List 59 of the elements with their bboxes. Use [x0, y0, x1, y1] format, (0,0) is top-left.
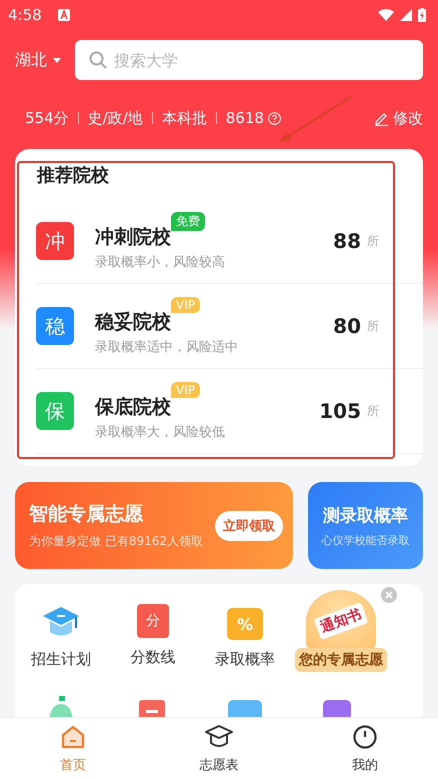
search-icon — [89, 51, 107, 69]
category-name: 冲刺院校 — [95, 224, 171, 250]
category-name: 稳妥院校 — [95, 310, 171, 334]
profile-info: 8618 — [226, 109, 264, 127]
tool-label: 录取概率 — [215, 650, 275, 669]
score-icon: 分 — [137, 604, 169, 638]
search-field[interactable]: 搜索大学 — [75, 40, 423, 80]
count-unit: 所 — [367, 318, 379, 334]
profile-info: 本科批 — [162, 108, 207, 128]
category-description: 录取概率小，风险较高 — [95, 254, 226, 270]
caret-icon — [53, 58, 61, 62]
category-icon: 保 — [36, 392, 74, 430]
graduation-cap-icon — [204, 724, 234, 750]
profile-info: 554分 — [25, 108, 69, 128]
tag-label: VIP — [171, 382, 200, 398]
promo-label[interactable]: 您的专属志愿 — [295, 648, 387, 672]
home-icon — [60, 724, 86, 750]
status-time: 4:58 — [8, 6, 42, 24]
tool-label: 分数线 — [130, 648, 176, 667]
school-category-row[interactable]: 保 保底院校 VIP 录取概率大，风险较低 105 所 — [36, 369, 423, 454]
category-description: 录取概率大，风险较低 — [95, 424, 226, 440]
wifi-icon — [378, 9, 394, 21]
banner-title: 智能专属志愿 — [29, 502, 144, 527]
tool-item[interactable]: 分 分数线 — [107, 604, 199, 672]
edit-button[interactable]: 修改 — [374, 108, 423, 128]
category-name: 保底院校 — [95, 394, 171, 420]
pencil-icon — [374, 110, 389, 126]
school-category-row[interactable]: 稳 稳妥院校 VIP 录取概率适中，风险适中 80 所 — [36, 284, 423, 369]
region-selector[interactable]: 湖北 — [15, 50, 61, 70]
category-description: 录取概率适中，风险适中 — [95, 338, 239, 356]
count-unit: 所 — [367, 402, 379, 420]
school-count: 80 — [333, 314, 361, 338]
tag-label: 免费 — [171, 212, 205, 230]
promo-banner[interactable]: 智能专属志愿 为你量身定做 已有89162人领取 立即领取 — [15, 482, 293, 569]
banner-subtitle: 心仪学校能否录取 — [322, 532, 410, 548]
help-icon[interactable] — [268, 112, 281, 124]
close-icon[interactable] — [381, 587, 397, 603]
banner-title: 测录取概率 — [322, 504, 409, 526]
school-count: 105 — [319, 399, 361, 423]
nav-tab[interactable]: 我的 — [292, 718, 438, 779]
claim-button[interactable]: 立即领取 — [215, 510, 283, 540]
count-unit: 所 — [367, 232, 379, 250]
category-icon: 冲 — [36, 222, 74, 260]
school-count: 88 — [333, 229, 361, 253]
banner-subtitle: 为你量身定做 已有89162人领取 — [29, 533, 204, 550]
notification-icon — [58, 9, 70, 21]
profile-info: 史/政/地 — [88, 108, 143, 128]
percent-icon: % — [227, 608, 263, 640]
signal-icon — [400, 9, 412, 21]
tool-item[interactable]: 招生计划 — [15, 604, 107, 672]
tool-label: 招生计划 — [31, 650, 91, 669]
school-category-row[interactable]: 冲 冲刺院校 免费 录取概率小，风险较高 88 所 — [36, 199, 423, 284]
profile-icon — [352, 724, 378, 750]
tag-label: VIP — [171, 296, 200, 312]
tool-item[interactable]: % 录取概率 — [199, 604, 291, 672]
nav-tab[interactable]: 志愿表 — [146, 718, 292, 779]
section-title: 推荐院校 — [36, 164, 110, 187]
battery-icon — [418, 8, 426, 22]
category-icon: 稳 — [36, 307, 74, 345]
